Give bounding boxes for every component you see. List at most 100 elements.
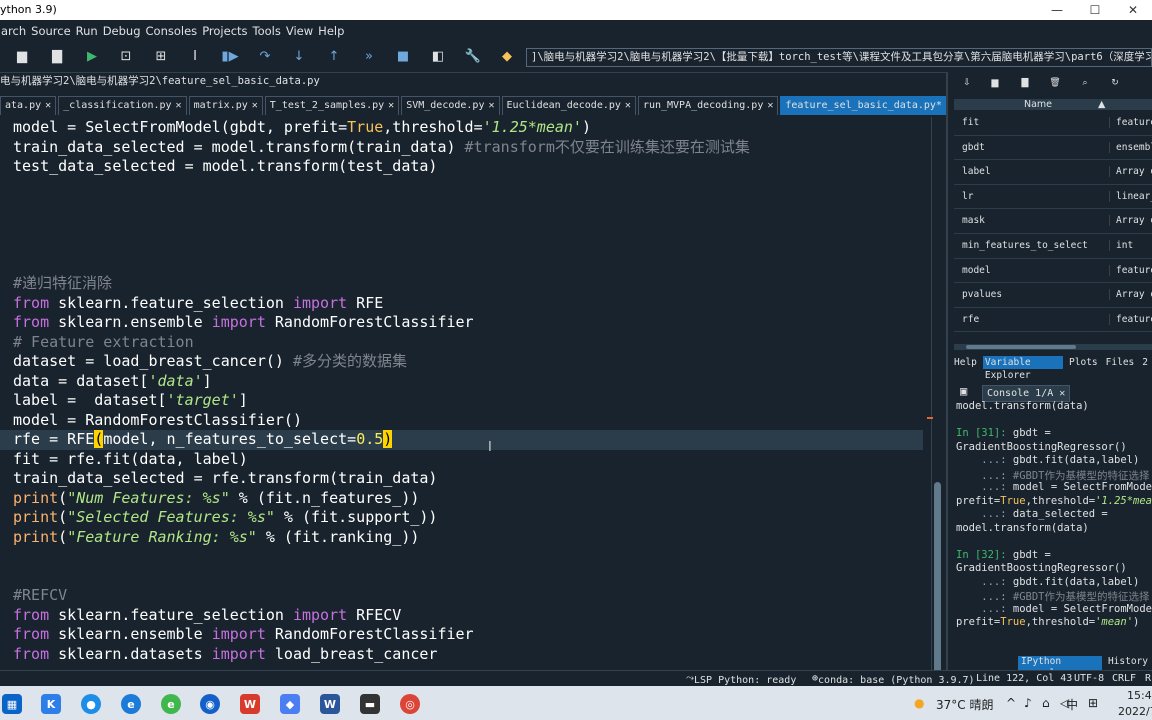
code-line[interactable]: data = dataset['data'] [0, 372, 923, 392]
python-path-icon[interactable]: ◆ [498, 47, 516, 65]
maximize-icon[interactable]: ☐ [1076, 0, 1114, 20]
code-line[interactable]: from sklearn.ensemble import RandomFores… [0, 313, 923, 333]
editor-scrollbar[interactable] [927, 117, 944, 692]
console-line[interactable]: ...: data_selected = [956, 508, 1107, 520]
maximize-pane-icon[interactable]: ◧ [429, 47, 447, 65]
code-line[interactable] [0, 235, 923, 255]
save-icon[interactable]: ▆ [13, 47, 31, 65]
tray-overflow-icon[interactable]: ^ [1006, 696, 1016, 710]
close-icon[interactable]: ✕ [388, 100, 394, 111]
code-line[interactable]: print("Feature Ranking: %s" % (fit.ranki… [0, 528, 923, 548]
menu-run[interactable]: Run [75, 24, 102, 38]
menu-debug[interactable]: Debug [102, 24, 145, 38]
close-icon[interactable]: ✕ [252, 100, 258, 111]
variable-row[interactable]: min_features_to_select int [954, 233, 1152, 259]
variable-row[interactable]: rfe feature_ [954, 307, 1152, 333]
app-icon-7[interactable]: ◆ [280, 694, 300, 714]
chrome-icon[interactable]: ◎ [400, 694, 420, 714]
close-icon[interactable]: ✕ [176, 100, 182, 111]
menu-search[interactable]: arch [0, 24, 30, 38]
code-line[interactable]: from sklearn.ensemble import RandomFores… [0, 625, 923, 645]
editor-tab[interactable]: run_MVPA_decoding.py ✕ [637, 96, 779, 115]
ime-indicator[interactable]: 中 [1066, 696, 1078, 713]
code-line[interactable]: print("Num Features: %s" % (fit.n_featur… [0, 489, 923, 509]
code-line[interactable]: from sklearn.feature_selection import RF… [0, 294, 923, 314]
microphone-icon[interactable]: ♪ [1024, 696, 1032, 710]
code-line[interactable]: fit = rfe.fit(data, label) [0, 450, 923, 470]
console-line[interactable]: ...: model = SelectFromModel( [956, 481, 1152, 493]
app-icon-4[interactable]: e [161, 694, 181, 714]
refresh-icon[interactable]: ↻ [1108, 78, 1122, 92]
editor-tab[interactable]: matrix.py ✕ [188, 96, 263, 115]
ipython-console[interactable]: ▣ Console 1/A ✕ model.transform(data) In … [954, 380, 1152, 670]
network-icon[interactable]: ⌂ [1042, 696, 1050, 710]
clock-time[interactable]: 15:42 [1127, 689, 1152, 702]
step-into-icon[interactable]: ↓ [290, 47, 308, 65]
menu-consoles[interactable]: Consoles [145, 24, 202, 38]
code-line[interactable]: # Feature extraction [0, 333, 923, 353]
editor-tab[interactable]: T_test_2_samples.py ✕ [264, 96, 400, 115]
code-editor[interactable]: model = SelectFromModel(gbdt, prefit=Tru… [0, 117, 930, 670]
menu-projects[interactable]: Projects [201, 24, 251, 38]
pane-tab[interactable]: Files [1104, 356, 1137, 369]
menu-source[interactable]: Source [30, 24, 75, 38]
pane-tab[interactable]: Plots [1067, 356, 1100, 369]
menu-help[interactable]: Help [317, 24, 348, 38]
variable-row[interactable]: fit feature_ [954, 110, 1152, 136]
code-line[interactable]: #REFCV [0, 586, 923, 606]
weather-text[interactable]: 37°C 晴朗 [936, 696, 993, 713]
save-all-icon[interactable]: ▇ [48, 47, 66, 65]
variable-hscroll[interactable] [954, 344, 1152, 350]
console-line[interactable]: ...: gbdt.fit(data,label) [956, 576, 1139, 588]
console-line[interactable]: In [32]: gbdt = [956, 549, 1051, 561]
pane-tab[interactable]: Help [952, 356, 979, 369]
close-icon[interactable]: ✕ [1059, 388, 1065, 399]
variable-row[interactable]: mask Array of [954, 208, 1152, 234]
editor-scrollbar-thumb[interactable] [934, 482, 941, 692]
run-selection-icon[interactable]: I [186, 47, 204, 65]
editor-tab[interactable]: SVM_decode.py ✕ [401, 96, 500, 115]
console-line[interactable]: In [31]: gbdt = [956, 427, 1051, 439]
code-line[interactable] [0, 547, 923, 567]
editor-tab[interactable]: ata.py ✕ [0, 96, 57, 115]
code-line[interactable]: train_data_selected = rfe.transform(trai… [0, 469, 923, 489]
word-icon[interactable]: W [320, 694, 340, 714]
code-line[interactable]: label = dataset['target'] [0, 391, 923, 411]
code-line[interactable]: from sklearn.feature_selection import RF… [0, 606, 923, 626]
console-line[interactable]: prefit=True,threshold='mean') [956, 616, 1139, 628]
continue-icon[interactable]: » [360, 47, 378, 65]
code-line[interactable]: model = SelectFromModel(gbdt, prefit=Tru… [0, 118, 923, 138]
editor-tab[interactable]: _classification.py ✕ [58, 96, 187, 115]
code-line[interactable] [0, 196, 923, 216]
wps-icon[interactable]: W [240, 694, 260, 714]
code-line[interactable] [0, 216, 923, 236]
close-icon[interactable]: ✕ [625, 100, 631, 111]
stop-icon[interactable]: ■ [394, 47, 412, 65]
console-line[interactable]: model.transform(data) [956, 400, 1089, 412]
app-icon-2[interactable]: ● [81, 694, 101, 714]
editor-tab[interactable]: Euclidean_decode.py ✕ [501, 96, 636, 115]
variable-row[interactable]: label Array of [954, 159, 1152, 185]
app-icon-1[interactable]: K [41, 694, 61, 714]
working-directory-input[interactable]: ]\脑电与机器学习2\脑电与机器学习2\【批量下载】torch_test等\课程… [526, 48, 1152, 67]
variable-row[interactable]: lr linear_m [954, 184, 1152, 210]
run-icon[interactable]: ▶ [83, 47, 101, 65]
code-line[interactable]: from sklearn.datasets import load_breast… [0, 645, 923, 665]
app-icon-5[interactable]: ◉ [200, 694, 220, 714]
edge-icon[interactable]: e [121, 694, 141, 714]
console-line[interactable]: GradientBoostingRegressor() [956, 562, 1127, 574]
clock-date[interactable]: 2022/7 [1118, 705, 1152, 718]
console-menu-icon[interactable]: ▣ [960, 384, 967, 398]
start-icon[interactable]: ▦ [2, 694, 22, 714]
variable-row[interactable]: model feature_ [954, 258, 1152, 284]
variable-row[interactable]: gbdt ensemble [954, 135, 1152, 161]
variable-row[interactable]: pvalues Array of [954, 282, 1152, 308]
minimize-icon[interactable]: — [1038, 0, 1076, 20]
run-cell-advance-icon[interactable]: ⊞ [152, 47, 170, 65]
variable-name-header[interactable]: Name [1024, 99, 1052, 110]
console-line[interactable]: GradientBoostingRegressor() [956, 441, 1127, 453]
code-line[interactable] [0, 255, 923, 275]
terminal-icon[interactable]: ▬ [360, 694, 380, 714]
close-icon[interactable]: ✕ [767, 100, 773, 111]
console-line[interactable]: model.transform(data) [956, 522, 1089, 534]
